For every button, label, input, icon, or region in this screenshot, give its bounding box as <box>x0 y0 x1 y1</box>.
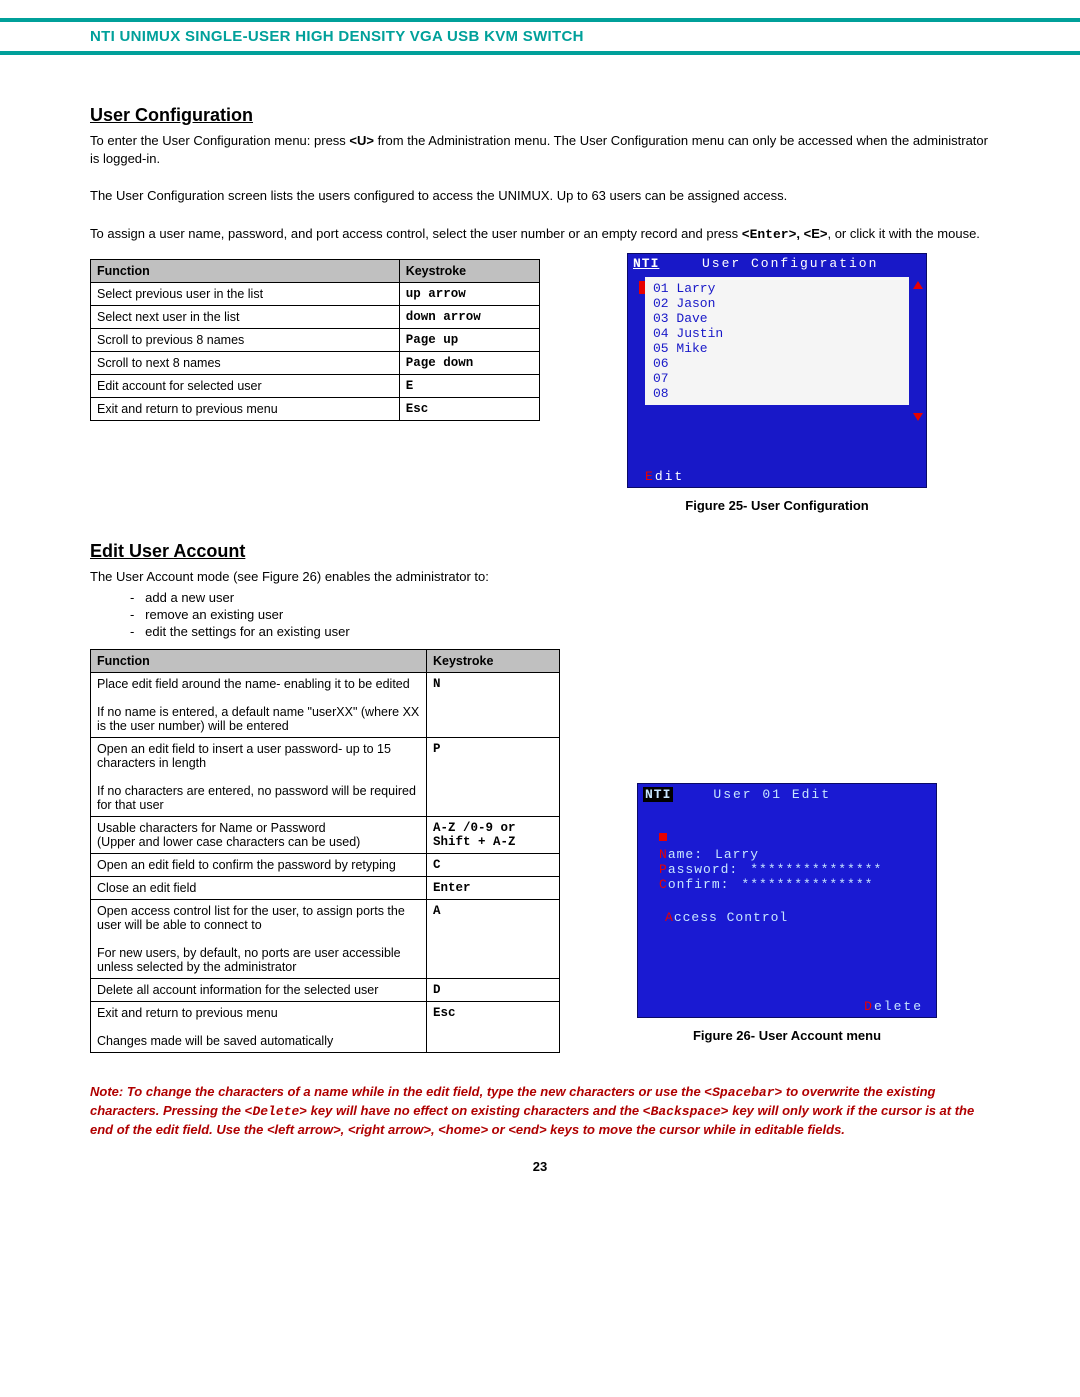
table-header: Keystroke <box>399 260 539 283</box>
section-heading-edit-user: Edit User Account <box>90 541 990 562</box>
table-header: Keystroke <box>427 649 560 672</box>
table-row: Scroll to next 8 namesPage down <box>91 352 540 375</box>
table-row: Exit and return to previous menu Changes… <box>91 1001 560 1052</box>
list-item: add a new user <box>130 590 990 605</box>
figure-26: NTI User 01 Edit Name:Larry Password:***… <box>584 643 990 1043</box>
scroll-down-icon <box>913 413 923 421</box>
selection-indicator <box>639 281 645 294</box>
table-row: Scroll to previous 8 namesPage up <box>91 329 540 352</box>
table-row: Edit account for selected userE <box>91 375 540 398</box>
paragraph: The User Account mode (see Figure 26) en… <box>90 568 990 586</box>
nti-logo: NTI <box>643 787 673 802</box>
table-row: Close an edit fieldEnter <box>91 876 560 899</box>
list-item: 04 Justin <box>645 326 909 341</box>
figure-25-screen: NTI User Configuration 01 Larry 02 Jason… <box>627 253 927 488</box>
section-heading-user-config: User Configuration <box>90 105 990 126</box>
osd-access-control: Access Control <box>665 910 937 925</box>
table-row: Open an edit field to insert a user pass… <box>91 737 560 816</box>
table-header: Function <box>91 260 400 283</box>
list-item: 03 Dave <box>645 311 909 326</box>
paragraph: To assign a user name, password, and por… <box>90 225 990 244</box>
table-row: Delete all account information for the s… <box>91 978 560 1001</box>
osd-edit-hint: Edit <box>645 469 684 484</box>
paragraph: The User Configuration screen lists the … <box>90 187 990 205</box>
table-row: Usable characters for Name or Password (… <box>91 816 560 853</box>
figure-caption: Figure 26- User Account menu <box>693 1028 881 1043</box>
list-item: remove an existing user <box>130 607 990 622</box>
user-list: 01 Larry 02 Jason 03 Dave 04 Justin 05 M… <box>645 277 909 405</box>
figure-caption: Figure 25- User Configuration <box>685 498 868 513</box>
bullet-list: add a new user remove an existing user e… <box>90 590 990 639</box>
keystroke-table-2: Function Keystroke Place edit field arou… <box>90 649 560 1053</box>
list-item: 06 <box>645 356 909 371</box>
keystroke-table-1: Function Keystroke Select previous user … <box>90 259 540 421</box>
figure-26-screen: NTI User 01 Edit Name:Larry Password:***… <box>637 783 937 1018</box>
list-item: edit the settings for an existing user <box>130 624 990 639</box>
note-paragraph: Note: To change the characters of a name… <box>90 1083 990 1140</box>
table-row: Select previous user in the listup arrow <box>91 283 540 306</box>
table-row: Open access control list for the user, t… <box>91 899 560 978</box>
osd-title: User Configuration <box>702 256 878 271</box>
scroll-up-icon <box>913 281 923 289</box>
figure-25: NTI User Configuration 01 Larry 02 Jason… <box>564 253 990 513</box>
list-item: 07 <box>645 371 909 386</box>
table-row: Select next user in the listdown arrow <box>91 306 540 329</box>
document-header: NTI UNIMUX SINGLE-USER HIGH DENSITY VGA … <box>0 18 1080 55</box>
selection-indicator <box>659 833 667 841</box>
list-item: 08 <box>645 386 909 401</box>
table-header: Function <box>91 649 427 672</box>
page-number: 23 <box>90 1159 990 1174</box>
list-item: 02 Jason <box>645 296 909 311</box>
list-item: 01 Larry <box>645 281 909 296</box>
osd-fields: Name:Larry Password:*************** Conf… <box>659 830 937 892</box>
table-row: Exit and return to previous menuEsc <box>91 398 540 421</box>
nti-logo: NTI <box>633 256 659 271</box>
osd-delete-hint: Delete <box>864 999 923 1014</box>
table-row: Place edit field around the name- enabli… <box>91 672 560 737</box>
paragraph: To enter the User Configuration menu: pr… <box>90 132 990 167</box>
osd-title: User 01 Edit <box>713 787 831 802</box>
header-title: NTI UNIMUX SINGLE-USER HIGH DENSITY VGA … <box>90 28 584 45</box>
list-item: 05 Mike <box>645 341 909 356</box>
table-row: Open an edit field to confirm the passwo… <box>91 853 560 876</box>
